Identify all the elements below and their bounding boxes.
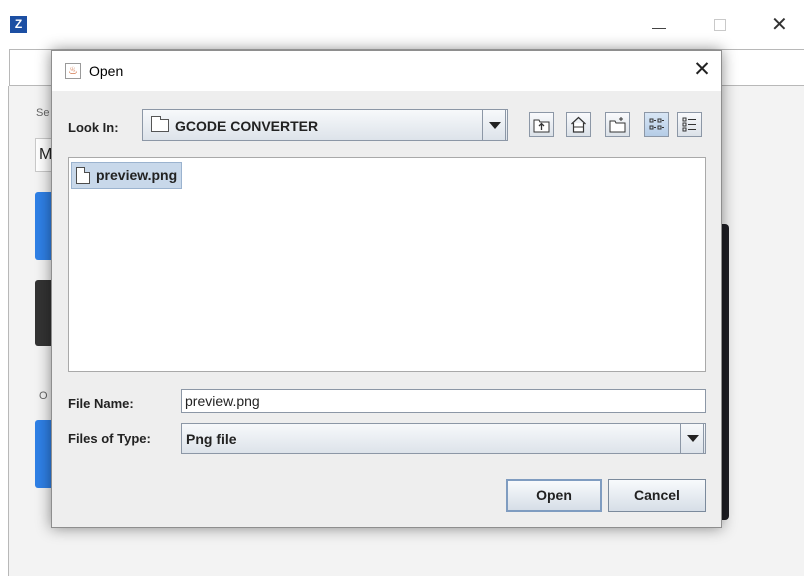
- details-view-icon: [682, 117, 696, 132]
- file-name-input[interactable]: [181, 389, 706, 413]
- new-folder-icon: [609, 117, 626, 133]
- dialog-close-button[interactable]: ✕: [692, 59, 712, 81]
- list-view-button[interactable]: [644, 112, 669, 137]
- file-icon: [76, 167, 90, 184]
- window-close-icon[interactable]: ✕: [771, 15, 789, 35]
- minimize-icon[interactable]: [650, 17, 668, 33]
- chevron-down-icon[interactable]: [482, 109, 506, 141]
- sidebar-label: Se: [36, 107, 50, 119]
- details-view-button[interactable]: [677, 112, 702, 137]
- sidebar-label-secondary: O: [39, 390, 48, 402]
- file-item-selected[interactable]: preview.png: [71, 162, 183, 189]
- new-folder-button[interactable]: [605, 112, 630, 137]
- look-in-value: GCODE CONVERTER: [175, 118, 319, 134]
- file-name-label: File Name:: [68, 396, 134, 411]
- java-cup-icon: ♨: [65, 63, 81, 79]
- app-logo-icon: Z: [10, 16, 27, 33]
- up-one-level-icon: [533, 119, 550, 133]
- home-button[interactable]: [566, 112, 591, 137]
- folder-icon: [151, 116, 169, 132]
- app-titlebar: Z ✕: [0, 0, 804, 49]
- file-name-label: preview.png: [96, 167, 178, 183]
- home-icon: [571, 116, 586, 133]
- maximize-icon[interactable]: [711, 17, 729, 33]
- chevron-down-icon[interactable]: [680, 423, 704, 454]
- open-file-dialog: ♨ Open ✕ Look In: GCODE CONVERTER previe…: [51, 50, 722, 528]
- files-of-type-value: Png file: [186, 431, 237, 447]
- files-of-type-label: Files of Type:: [68, 431, 151, 446]
- open-button[interactable]: Open: [506, 479, 602, 512]
- dialog-title: Open: [89, 63, 124, 79]
- list-view-icon: [649, 118, 664, 130]
- cancel-button[interactable]: Cancel: [608, 479, 706, 512]
- dialog-titlebar: ♨ Open ✕: [52, 51, 721, 91]
- files-of-type-combo[interactable]: Png file: [181, 423, 706, 454]
- up-one-level-button[interactable]: [529, 112, 554, 137]
- look-in-combo[interactable]: GCODE CONVERTER: [142, 109, 508, 141]
- file-list[interactable]: preview.png: [68, 157, 706, 372]
- look-in-label: Look In:: [68, 120, 119, 135]
